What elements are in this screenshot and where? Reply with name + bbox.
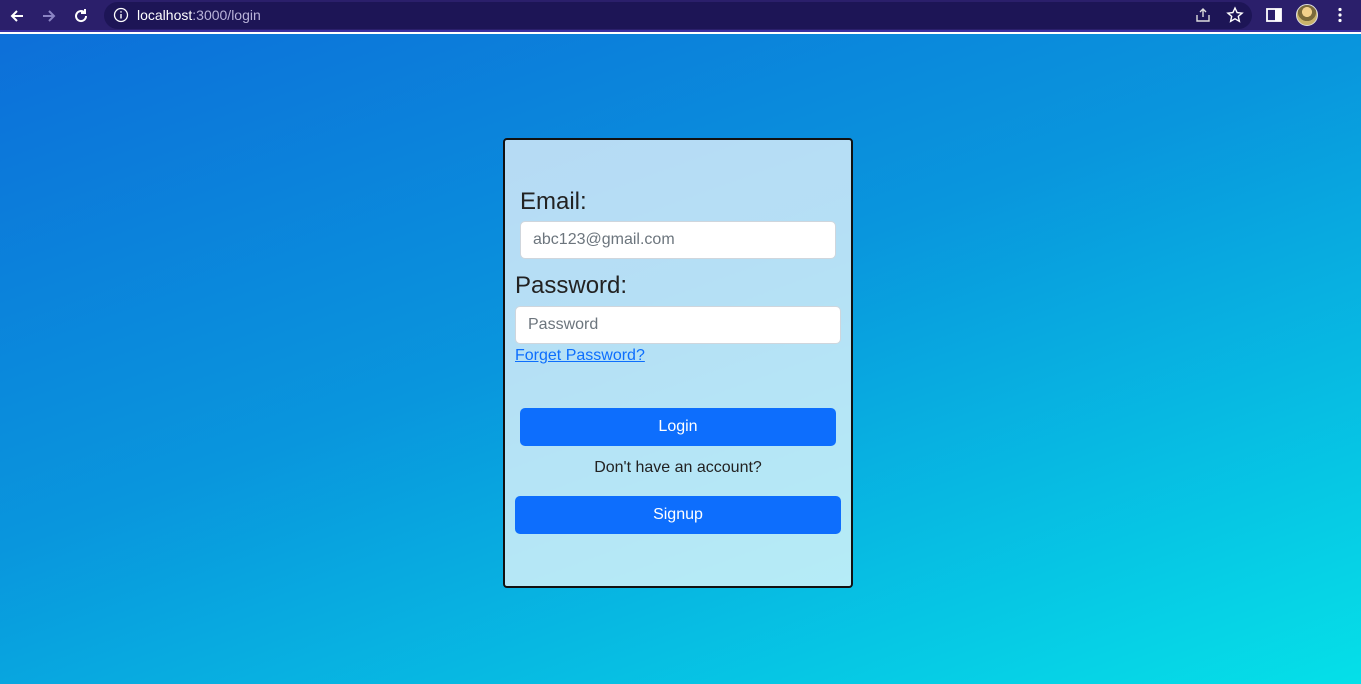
page-background: Email: Password: Forget Password? Login … xyxy=(0,34,1361,684)
kebab-menu-icon[interactable] xyxy=(1331,6,1349,24)
url-host: localhost xyxy=(137,7,193,23)
star-icon[interactable] xyxy=(1226,6,1244,24)
info-icon[interactable] xyxy=(113,7,129,23)
signup-button[interactable]: Signup xyxy=(515,496,841,534)
back-icon[interactable] xyxy=(5,4,29,28)
reload-icon[interactable] xyxy=(69,4,93,28)
url-text[interactable]: localhost:3000/login xyxy=(137,7,261,23)
email-input[interactable] xyxy=(520,221,836,259)
signup-prompt: Don't have an account? xyxy=(594,459,762,476)
browser-toolbar: localhost:3000/login xyxy=(0,0,1361,32)
url-path: :3000/login xyxy=(192,7,261,23)
forward-icon[interactable] xyxy=(37,4,61,28)
login-card: Email: Password: Forget Password? Login … xyxy=(503,138,853,588)
side-panel-icon[interactable] xyxy=(1265,6,1283,24)
password-input[interactable] xyxy=(515,306,841,344)
share-icon[interactable] xyxy=(1194,6,1212,24)
forgot-password-link[interactable]: Forget Password? xyxy=(515,347,645,365)
login-button[interactable]: Login xyxy=(520,408,836,446)
email-label: Email: xyxy=(520,188,587,215)
address-bar[interactable]: localhost:3000/login xyxy=(104,2,1252,29)
profile-avatar[interactable] xyxy=(1296,4,1318,26)
password-label: Password: xyxy=(515,272,628,299)
